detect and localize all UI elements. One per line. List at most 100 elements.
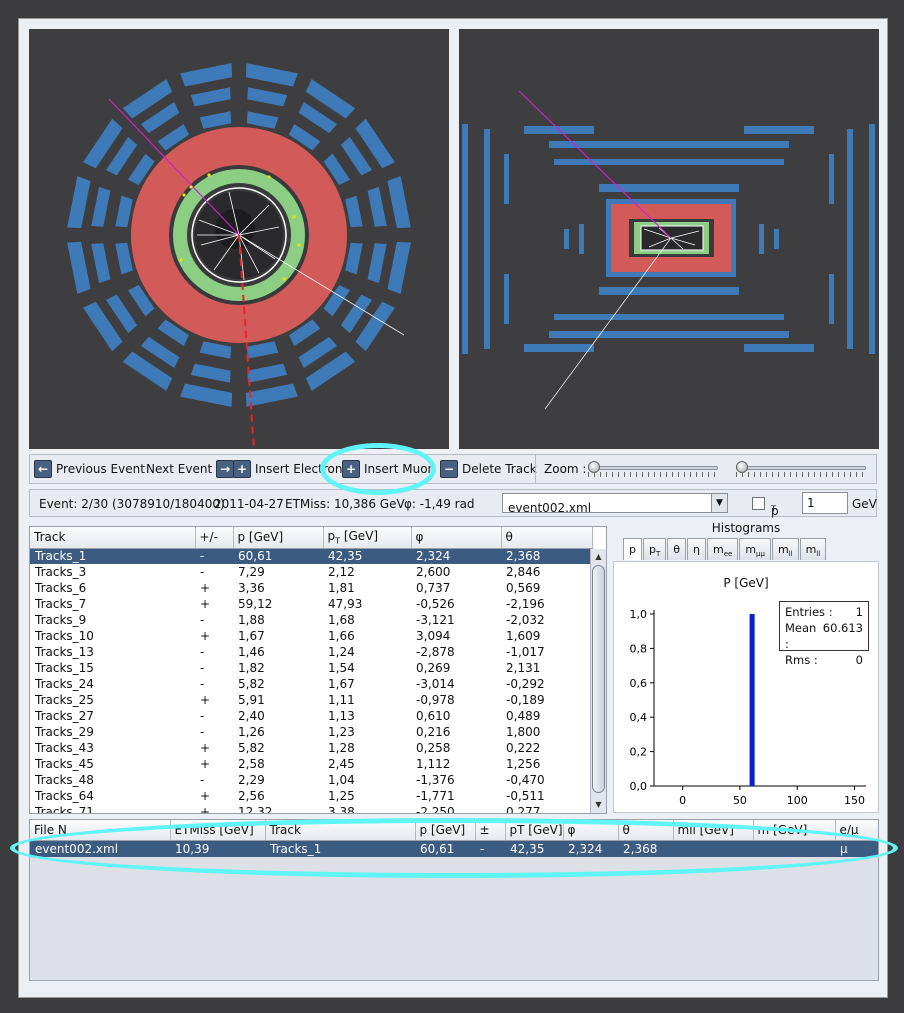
col-charge[interactable]: +/- [195, 527, 234, 549]
muon-chamber-segment [367, 243, 387, 284]
table-row[interactable]: event002.xml 10,39 Tracks_1 60,61-42,35 2,32… [30, 840, 878, 857]
scrollbar-thumb[interactable] [592, 565, 605, 793]
table-cell: - [200, 645, 205, 659]
table-row[interactable]: Tracks_6 +3,36 1,81 0,737 0,569 [30, 580, 592, 596]
tab-mll-2[interactable]: mll [799, 538, 827, 560]
next-event-button[interactable]: Next Event → [146, 459, 235, 479]
tab-p[interactable]: p [623, 538, 642, 560]
tab-pt[interactable]: pT [642, 538, 667, 560]
col-file[interactable]: File N [30, 820, 171, 841]
col-theta[interactable]: θ [501, 527, 593, 549]
muon-chamber-segment [115, 195, 133, 228]
table-cell: + [200, 789, 211, 803]
table-row[interactable]: Tracks_48 - 2,29 1,04 -1,376 -0,470 [30, 772, 592, 788]
table-cell: Tracks_25 [35, 693, 94, 707]
histogram-tabs: p pT θ η mee mμμ mll mll [623, 538, 827, 560]
table-row[interactable]: Tracks_9 - 1,88 1,68 -3,121 -2,032 [30, 612, 592, 628]
tracks-scrollbar[interactable]: ▲ ▼ [590, 549, 606, 813]
table-cell: 2,12 [328, 565, 355, 579]
table-row[interactable]: Tracks_13 - 1,46 1,24 -2,878 -1,017 [30, 644, 592, 660]
col-p[interactable]: p [GeV] [233, 527, 324, 549]
table-row[interactable]: Tracks_15 - 1,82 1,54 0,269 2,131 [30, 660, 592, 676]
table-cell: 47,93 [328, 597, 363, 611]
muon-chamber-segment [199, 111, 232, 129]
tab-mmumu[interactable]: mμμ [739, 538, 771, 560]
table-row[interactable]: Tracks_1-60,61 42,35 2,324 2,368 [30, 548, 592, 564]
col-phi[interactable]: φ [411, 527, 502, 549]
table-row[interactable]: Tracks_45 +2,58 2,45 1,112 1,256 [30, 756, 592, 772]
table-cell: 1,67 [328, 677, 355, 691]
col-type[interactable]: e/μ [835, 820, 878, 841]
col-theta[interactable]: θ [618, 820, 674, 841]
event-file-select[interactable]: event002.xml ▼ [502, 493, 728, 515]
table-cell: - [200, 565, 205, 579]
muon-chamber-segment [67, 241, 91, 294]
zoom-slider-right[interactable] [736, 461, 866, 477]
table-cell: μ [835, 840, 878, 857]
col-m[interactable]: m [GeV] [753, 820, 836, 841]
table-cell: 42,35 [505, 840, 563, 857]
table-cell: -3,014 [416, 677, 455, 691]
table-row[interactable]: Tracks_25 +5,91 1,11 -0,978 -0,189 [30, 692, 592, 708]
col-etmiss[interactable]: ETMiss [GeV] [170, 820, 266, 841]
table-row[interactable]: Tracks_64 +2,56 1,25 -1,771 -0,511 [30, 788, 592, 804]
pt-threshold-input[interactable]: 1 [802, 492, 848, 514]
table-cell: + [200, 581, 211, 595]
scroll-up-icon[interactable]: ▲ [591, 550, 606, 564]
insert-muon-button[interactable]: + Insert Muon [342, 459, 435, 479]
table-row[interactable]: Tracks_3 - 7,29 2,12 2,600 2,846 [30, 564, 592, 580]
zoom-slider-left[interactable] [588, 461, 718, 477]
x-tick-label: 0 [679, 794, 686, 807]
table-row[interactable]: Tracks_10 +1,67 1,66 3,094 1,609 [30, 628, 592, 644]
tab-eta[interactable]: η [686, 538, 706, 560]
chevron-down-icon: ▼ [711, 494, 727, 512]
table-cell: 2,40 [238, 709, 265, 723]
table-cell: Tracks_1 [265, 840, 415, 857]
muon-chamber-segment [367, 186, 387, 227]
table-row[interactable]: Tracks_71 +12,32 3,38 -2,250 0,277 [30, 804, 592, 813]
table-cell: Tracks_1 [30, 548, 195, 564]
muon-chamber-segment [91, 186, 111, 227]
table-cell: 1,11 [328, 693, 355, 707]
delete-track-button[interactable]: − Delete Track [440, 459, 537, 479]
muon-chamber-segment [245, 383, 298, 407]
table-row[interactable]: Tracks_29 - 1,26 1,23 0,216 1,800 [30, 724, 592, 740]
table-cell: -1,771 [416, 789, 455, 803]
histograms-title: Histograms [711, 521, 781, 535]
transverse-event-display[interactable] [29, 29, 449, 449]
tab-mee[interactable]: mee [706, 538, 739, 560]
longitudinal-event-display[interactable] [459, 29, 879, 449]
tab-theta[interactable]: θ [667, 538, 686, 560]
col-charge[interactable]: ± [475, 820, 506, 841]
table-cell: 7,29 [238, 565, 265, 579]
col-phi[interactable]: φ [563, 820, 619, 841]
event-toolbar: ← Previous Event Next Event → + Insert E… [29, 454, 877, 484]
previous-event-button[interactable]: ← Previous Event [34, 459, 145, 479]
tracks-table-header: Track +/- p [GeV] pT [GeV] φ θ [30, 527, 593, 549]
table-cell: 1,28 [328, 741, 355, 755]
muon-chamber-segment [387, 176, 411, 229]
table-cell: + [200, 757, 211, 771]
table-cell: Tracks_29 [35, 725, 94, 739]
scroll-down-icon[interactable]: ▼ [591, 798, 606, 812]
insert-electron-button[interactable]: + Insert Electron [233, 459, 342, 479]
table-cell: 2,45 [328, 757, 355, 771]
col-track[interactable]: Track [265, 820, 416, 841]
table-cell: 2,324 [563, 840, 618, 857]
muon-chamber-segment [549, 141, 789, 148]
table-cell: 2,29 [238, 773, 265, 787]
col-pt[interactable]: pT [GeV] [505, 820, 564, 841]
table-row[interactable]: Tracks_24 - 5,82 1,67 -3,014 -0,292 [30, 676, 592, 692]
table-row[interactable]: Tracks_7 +59,12 47,93 -0,526 -2,196 [30, 596, 592, 612]
table-row[interactable]: Tracks_27 - 2,40 1,13 0,610 0,489 [30, 708, 592, 724]
col-mll[interactable]: mll [GeV] [673, 820, 754, 841]
tab-mll[interactable]: mll [771, 538, 799, 560]
table-cell: - [200, 725, 205, 739]
muon-chamber-segment [549, 331, 789, 338]
col-pt[interactable]: pT [GeV] [323, 527, 412, 549]
table-row[interactable]: Tracks_43 +5,82 1,28 0,258 0,222 [30, 740, 592, 756]
table-cell: 1,25 [328, 789, 355, 803]
col-p[interactable]: p [GeV] [415, 820, 476, 841]
col-track[interactable]: Track [30, 527, 196, 549]
pt-filter-checkbox[interactable] [752, 497, 765, 510]
